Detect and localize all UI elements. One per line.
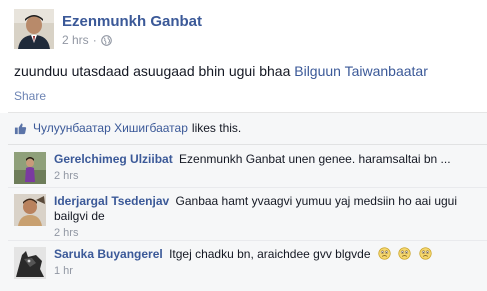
comment-body: Saruka Buyangerel Itgej chadku bn, araic… [54,247,484,279]
confused-face-icon [398,247,411,260]
commenter-name[interactable]: Gerelchimeg Ulziibat [54,152,173,166]
comment: Saruka Buyangerel Itgej chadku bn, araic… [14,247,487,291]
likes-suffix: likes this. [191,121,242,135]
globe-icon[interactable] [100,34,112,46]
comment: Iderjargal Tsedenjav Ganbaa hamt yvaagvi… [14,194,487,242]
comment-body: Gerelchimeg Ulziibat Ezenmunkh Ganbat un… [54,152,484,184]
liker-link[interactable]: Чулуунбаатар Хишигбаатар [33,121,188,135]
feedback-section: Чулуунбаатар Хишигбаатар likes this. Ger… [0,113,487,291]
comment-time[interactable]: 2 hrs [54,169,484,184]
comment-time[interactable]: 1 hr [54,264,484,279]
comment: Gerelchimeg Ulziibat Ezenmunkh Ganbat un… [14,152,487,200]
commenter-avatar[interactable] [14,152,46,184]
divider [8,187,487,188]
commenter-avatar[interactable] [14,194,46,226]
share-link[interactable]: Share [14,89,46,103]
confused-face-icon [418,247,432,260]
comment-text: Itgej chadku bn, araichdee gvv blgvde [169,247,371,261]
confused-face-icon [378,247,391,260]
commenter-name[interactable]: Iderjargal Tsedenjav [54,194,169,208]
post-header: Ezenmunkh Ganbat 2 hrs · [14,9,474,49]
commenter-avatar[interactable] [14,247,46,279]
divider [8,240,487,241]
post-author-name[interactable]: Ezenmunkh Ganbat [62,13,202,30]
comment-body: Iderjargal Tsedenjav Ganbaa hamt yvaagvi… [54,194,484,241]
post-meta: 2 hrs · [62,33,112,47]
post-text: zuunduu utasdaad asuugaad bhin ugui bhaa… [14,63,428,79]
comment-text: Ezenmunkh Ganbat unen genee. haramsaltai… [179,152,451,166]
likes-row: Чулуунбаатар Хишигбаатар likes this. [14,121,241,135]
author-avatar[interactable] [14,9,54,49]
meta-separator: · [92,33,97,47]
divider [8,144,487,145]
post-timestamp[interactable]: 2 hrs [62,33,89,47]
comment-time[interactable]: 2 hrs [54,226,484,241]
thumbs-up-icon [14,122,27,134]
tagged-person-link[interactable]: Bilguun Taiwanbaatar [294,63,428,79]
post-message: zuunduu utasdaad asuugaad bhin ugui bhaa [14,63,291,79]
commenter-name[interactable]: Saruka Buyangerel [54,247,163,261]
